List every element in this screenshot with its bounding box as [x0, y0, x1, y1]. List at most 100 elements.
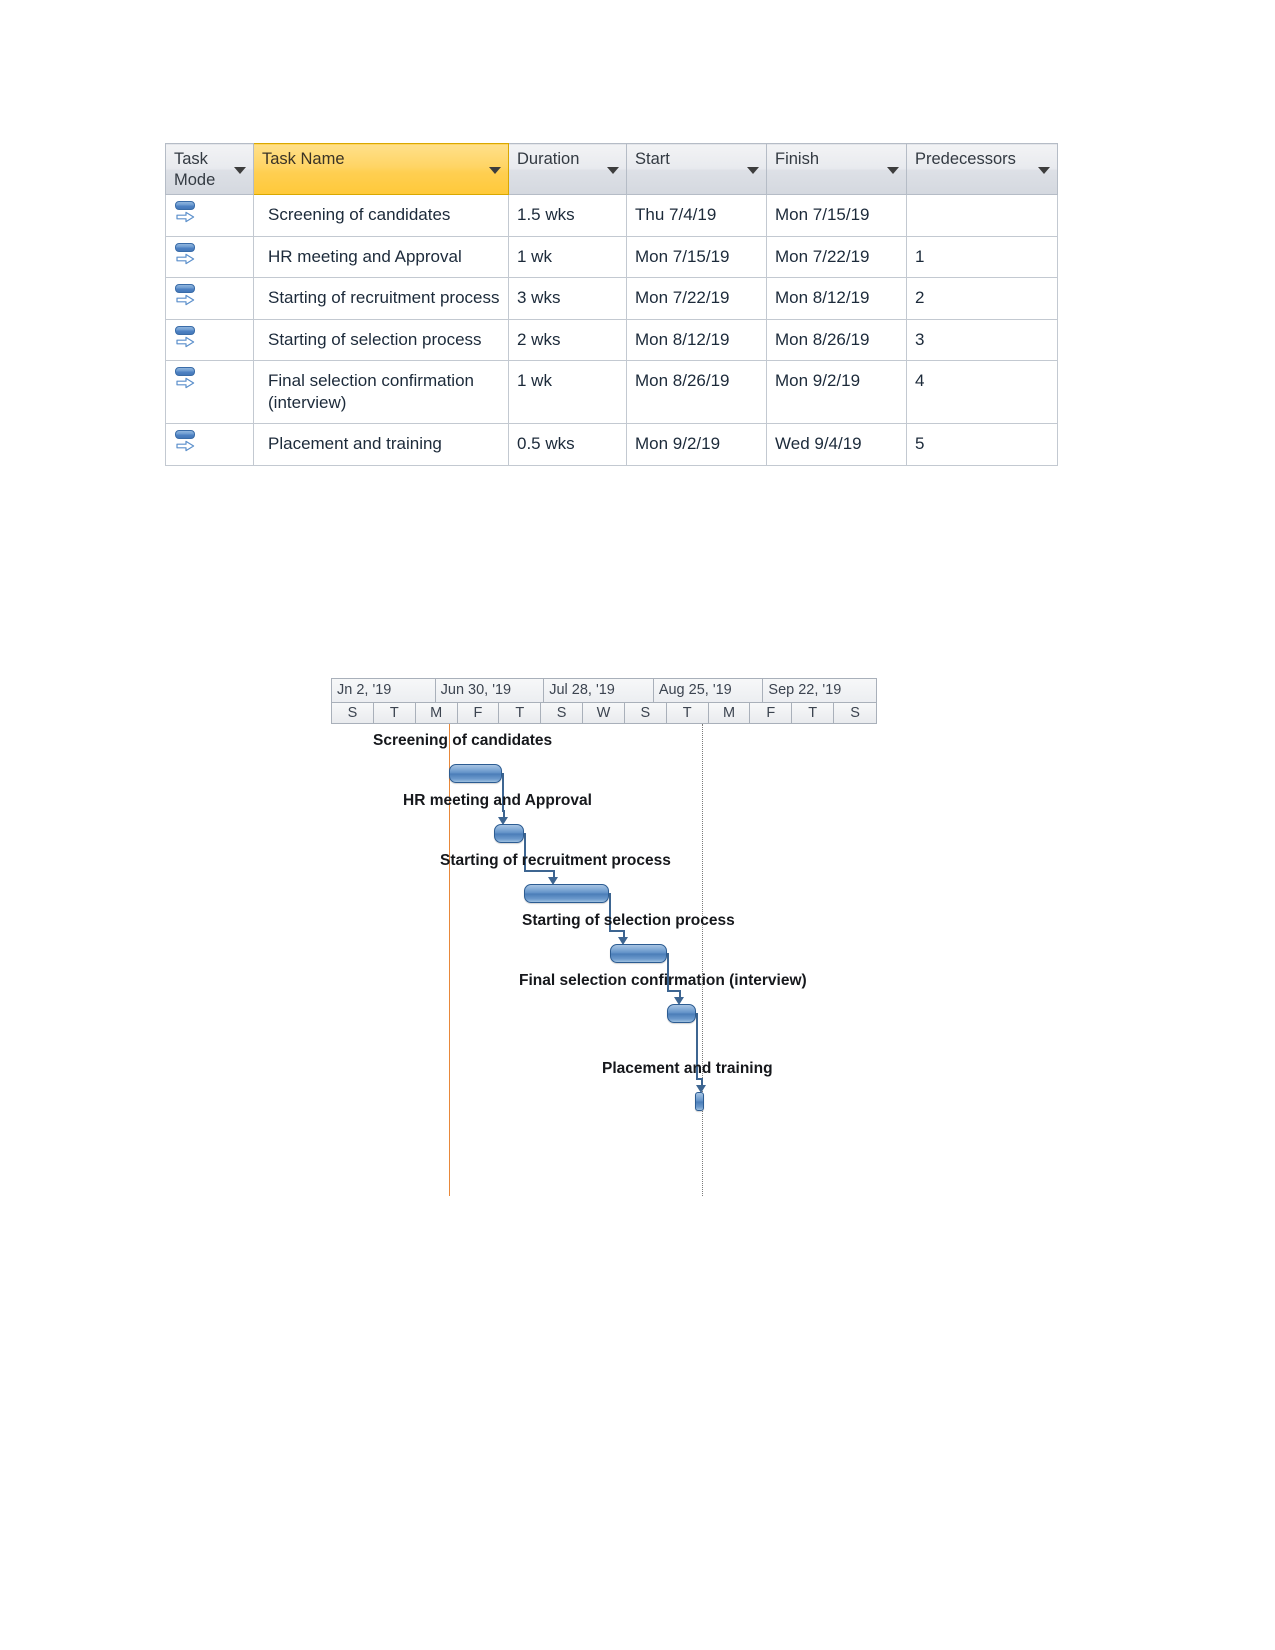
gantt-bar[interactable]: [524, 884, 609, 903]
column-header-duration-label: Duration: [517, 150, 580, 168]
cell-predecessors[interactable]: 5: [906, 423, 1058, 467]
cell-task-name[interactable]: Starting of recruitment process: [253, 277, 509, 320]
table-row[interactable]: Starting of selection process 2 wks Mon 8/…: [165, 318, 1058, 362]
timeline-week-cell: Jn 2, '19: [332, 679, 436, 702]
column-header-finish[interactable]: Finish: [766, 143, 907, 195]
chevron-down-icon[interactable]: [887, 167, 899, 174]
predecessors-text: 2: [915, 288, 925, 308]
finish-date-text: Mon 7/22/19: [775, 246, 870, 266]
cell-duration[interactable]: 2 wks: [508, 318, 627, 362]
timeline-week-cell: Aug 25, '19: [654, 679, 764, 702]
predecessors-text: 3: [915, 329, 925, 349]
predecessors-text: 5: [915, 434, 925, 454]
finish-date-text: Mon 7/15/19: [775, 205, 870, 224]
cell-predecessors[interactable]: 2: [906, 277, 1058, 320]
cell-task-mode[interactable]: [165, 277, 254, 320]
task-name-text: Placement and training: [268, 434, 442, 454]
cell-task-mode[interactable]: [165, 194, 254, 237]
gantt-bar[interactable]: [667, 1004, 696, 1023]
cell-duration[interactable]: 3 wks: [508, 277, 627, 320]
cell-finish[interactable]: Mon 8/26/19: [766, 318, 907, 362]
column-header-predecessors[interactable]: Predecessors: [906, 143, 1058, 195]
cell-predecessors[interactable]: [906, 194, 1058, 237]
chevron-down-icon[interactable]: [234, 167, 246, 174]
gantt-bar-label: Final selection confirmation (interview): [519, 972, 807, 989]
timeline-day-cell: F: [750, 703, 793, 723]
gantt-bar-label: Screening of candidates: [373, 732, 553, 749]
cell-task-mode[interactable]: [165, 318, 254, 362]
chevron-down-icon[interactable]: [747, 167, 759, 174]
cell-finish[interactable]: Wed 9/4/19: [766, 423, 907, 467]
duration-text: 0.5 wks: [517, 434, 575, 454]
cell-start[interactable]: Mon 7/22/19: [626, 277, 767, 320]
cell-duration[interactable]: 1 wk: [508, 360, 627, 425]
gantt-bar[interactable]: [695, 1092, 704, 1111]
cell-task-mode[interactable]: [165, 360, 254, 425]
cell-start[interactable]: Mon 8/26/19: [626, 360, 767, 425]
cell-finish[interactable]: Mon 7/22/19: [766, 235, 907, 279]
cell-predecessors[interactable]: 1: [906, 235, 1058, 279]
gantt-bar-label: HR meeting and Approval: [403, 792, 592, 809]
timeline-day-cell: S: [332, 703, 374, 723]
chevron-down-icon[interactable]: [489, 167, 501, 174]
table-row[interactable]: Screening of candidates 1.5 wks Thu 7/4/19…: [165, 194, 1058, 237]
task-name-text: HR meeting and Approval: [268, 246, 462, 266]
timeline-day-cell: S: [625, 703, 667, 723]
timeline-day-cell: T: [374, 703, 416, 723]
cell-duration[interactable]: 0.5 wks: [508, 423, 627, 467]
task-table: Task Mode Task Name Duration Start Finis…: [165, 143, 1058, 467]
cell-start[interactable]: Mon 9/2/19: [626, 423, 767, 467]
chevron-down-icon[interactable]: [607, 167, 619, 174]
column-header-finish-label: Finish: [775, 150, 820, 168]
timeline-week-cell: Jun 30, '19: [436, 679, 545, 702]
timeline-day-cell: M: [709, 703, 751, 723]
cell-task-name[interactable]: Starting of selection process: [253, 318, 509, 362]
cell-start[interactable]: Mon 8/12/19: [626, 318, 767, 362]
table-row[interactable]: Starting of recruitment process 3 wks Mon …: [165, 277, 1058, 320]
gantt-bar-label: Starting of recruitment process: [440, 852, 671, 869]
timeline-day-cell: M: [416, 703, 458, 723]
timeline-day-cell: T: [792, 703, 835, 723]
cell-duration[interactable]: 1 wk: [508, 235, 627, 279]
cell-start[interactable]: Thu 7/4/19: [626, 194, 767, 237]
cell-finish[interactable]: Mon 9/2/19: [766, 360, 907, 425]
timeline-day-cell: F: [458, 703, 500, 723]
arrow-right-outline-icon: [176, 211, 195, 223]
cell-finish[interactable]: Mon 8/12/19: [766, 277, 907, 320]
table-row[interactable]: Placement and training 0.5 wks Mon 9/2/19 W…: [165, 423, 1058, 467]
column-header-start-label: Start: [635, 150, 670, 168]
cell-predecessors[interactable]: 3: [906, 318, 1058, 362]
cell-finish[interactable]: Mon 7/15/19: [766, 194, 907, 237]
column-header-task-mode[interactable]: Task Mode: [165, 143, 254, 195]
cell-task-mode[interactable]: [165, 235, 254, 279]
manually-scheduled-icon: [174, 324, 200, 350]
arrow-right-outline-icon: [176, 441, 195, 452]
arrow-right-outline-icon: [176, 253, 195, 264]
start-date-text: Mon 9/2/19: [635, 434, 721, 454]
cell-task-name[interactable]: Screening of candidates: [253, 194, 509, 237]
gantt-bar-label: Starting of selection process: [522, 912, 735, 929]
timeline-week-cell: Sep 22, '19: [768, 682, 842, 698]
cell-start[interactable]: Mon 7/15/19: [626, 235, 767, 279]
timeline-day-header: STMFTSWSTMFTS: [331, 702, 877, 724]
cell-task-name[interactable]: Final selection confirmation (interview): [253, 360, 509, 425]
column-header-task-name-label: Task Name: [262, 150, 345, 168]
table-row[interactable]: HR meeting and Approval 1 wk Mon 7/15/19 Mo…: [165, 235, 1058, 279]
manually-scheduled-icon: [174, 199, 200, 225]
document-page: Task Mode Task Name Duration Start Finis…: [0, 0, 1275, 1650]
chevron-down-icon[interactable]: [1038, 167, 1050, 174]
finish-date-text: Mon 9/2/19: [775, 371, 861, 391]
gantt-bar[interactable]: [449, 764, 502, 783]
timeline-week-cell: Jul 28, '19: [544, 679, 654, 702]
cell-task-name[interactable]: HR meeting and Approval: [253, 235, 509, 279]
gantt-bar[interactable]: [610, 944, 667, 963]
column-header-duration[interactable]: Duration: [508, 143, 627, 195]
cell-task-mode[interactable]: [165, 423, 254, 467]
cell-duration[interactable]: 1.5 wks: [508, 194, 627, 237]
gantt-bar[interactable]: [494, 824, 524, 843]
table-row[interactable]: Final selection confirmation (interview)…: [165, 360, 1058, 425]
cell-task-name[interactable]: Placement and training: [253, 423, 509, 467]
column-header-task-name[interactable]: Task Name: [253, 143, 509, 195]
cell-predecessors[interactable]: 4: [906, 360, 1058, 425]
column-header-start[interactable]: Start: [626, 143, 767, 195]
